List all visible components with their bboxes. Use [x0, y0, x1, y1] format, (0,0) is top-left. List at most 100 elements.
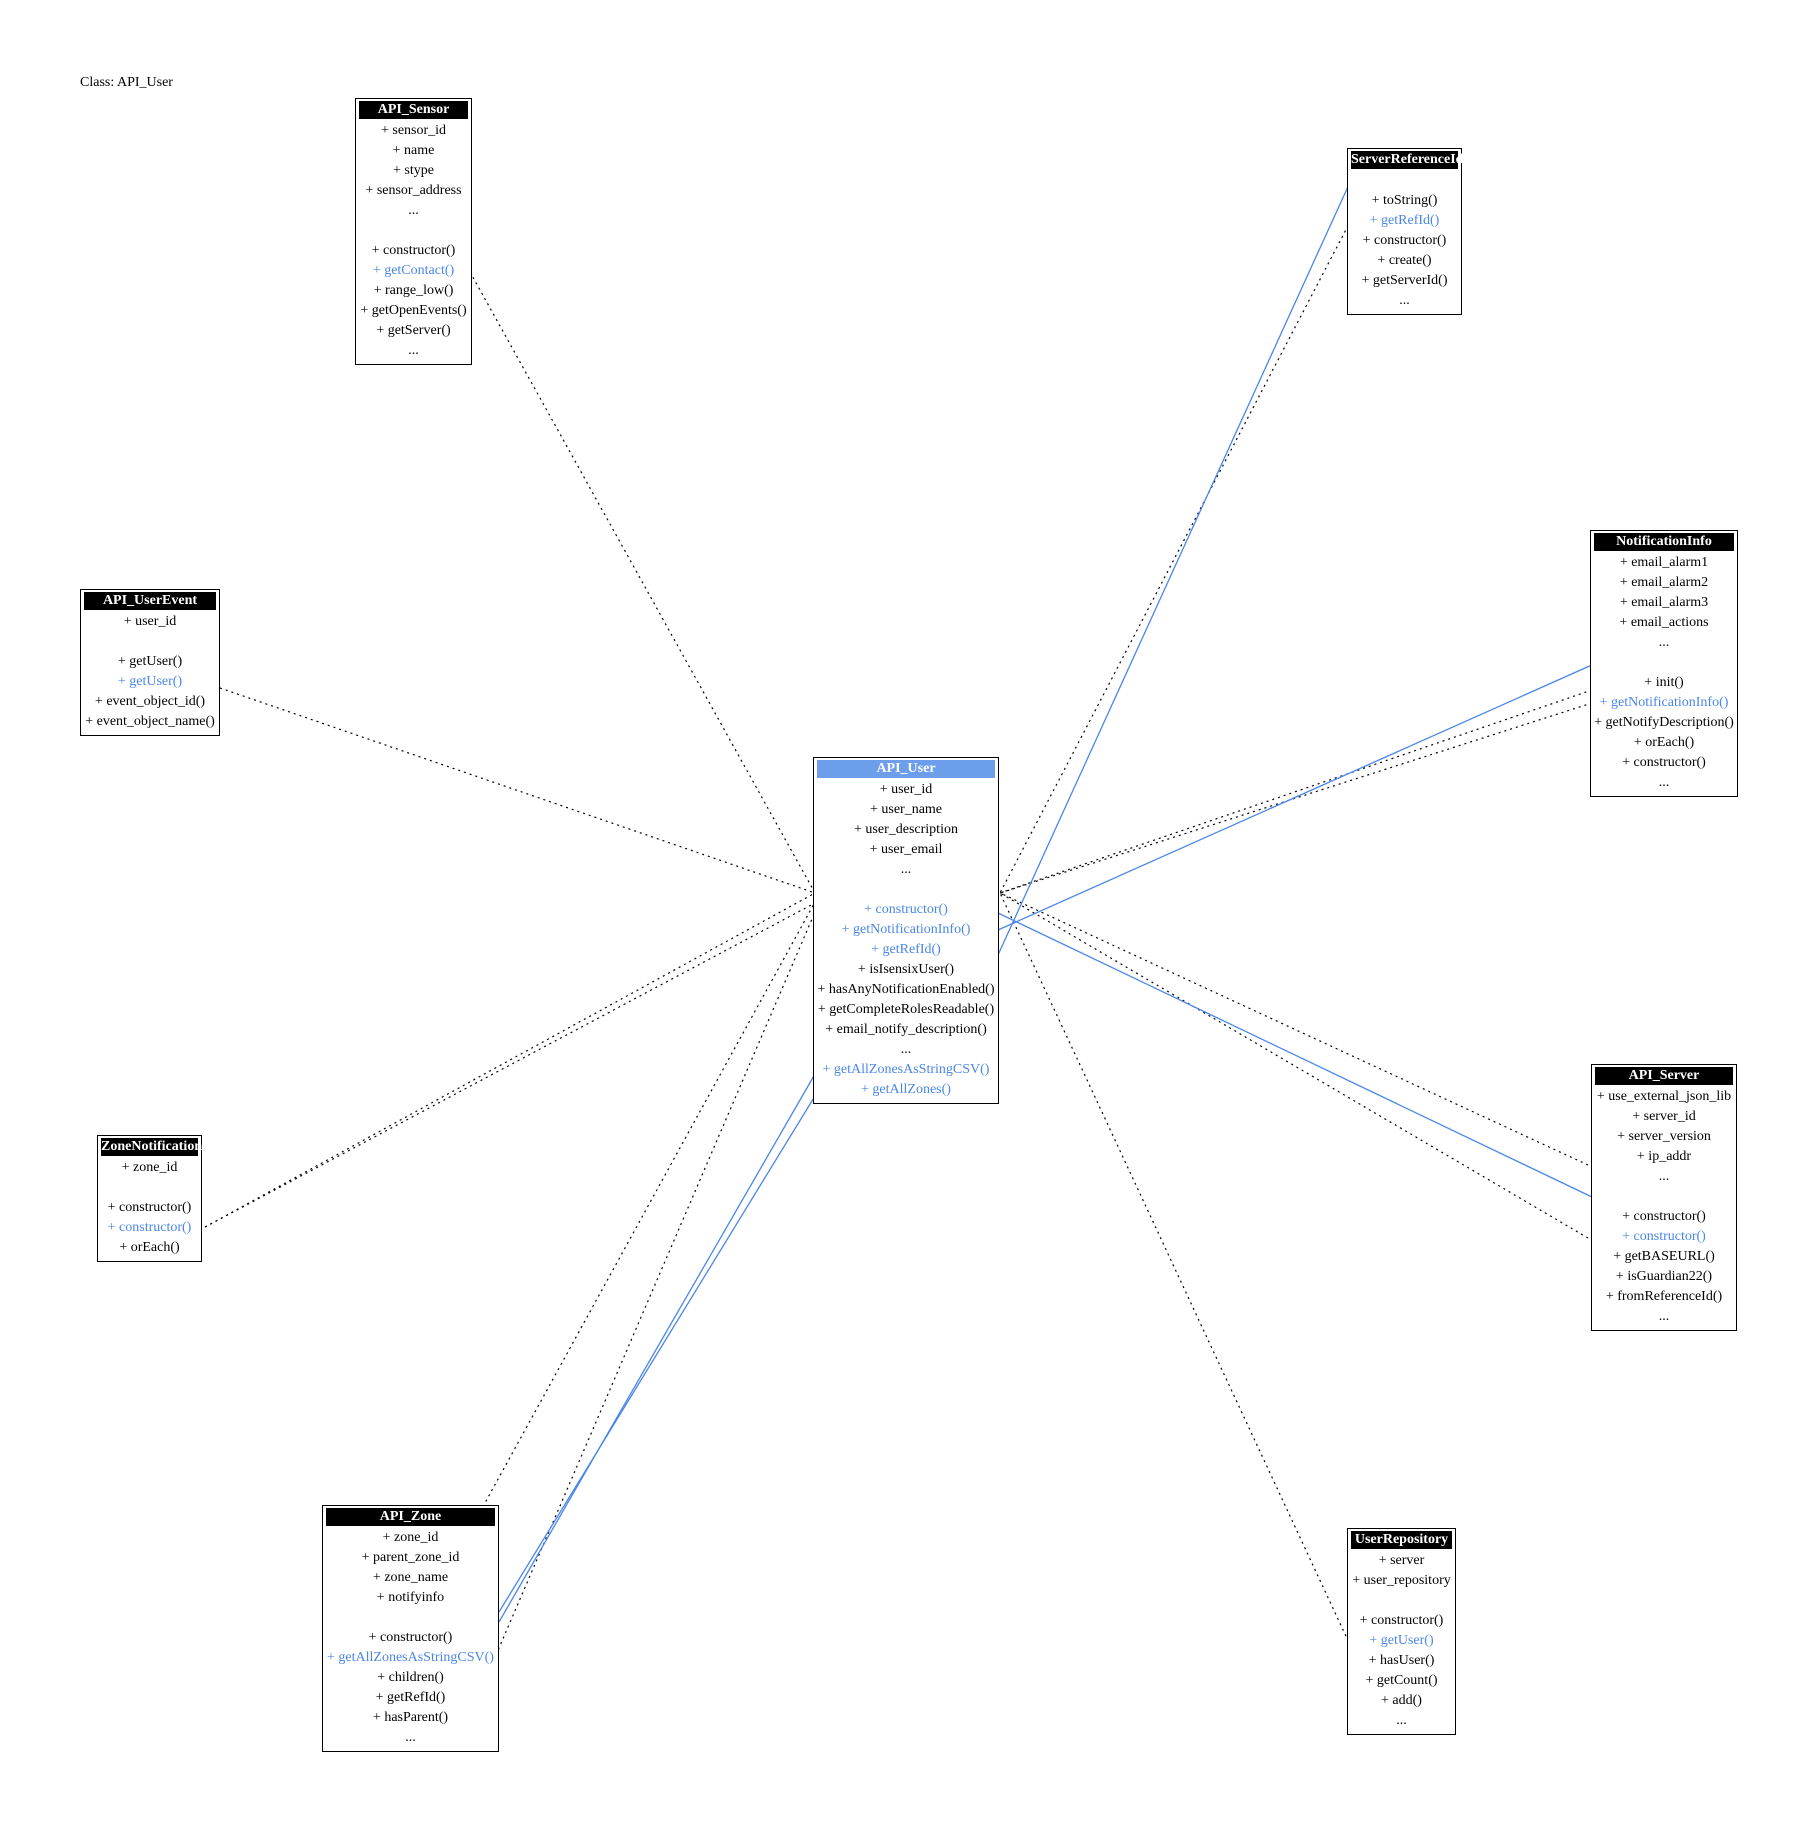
call-edge	[997, 663, 1595, 931]
class-field: + name	[392, 143, 435, 158]
class-method: + children()	[377, 1670, 444, 1685]
class-field: + email_actions	[1619, 615, 1709, 630]
class-method: + getBASEURL()	[1613, 1249, 1715, 1264]
class-box[interactable]: API_Sensor + sensor_id + name + stype + sens…	[355, 98, 472, 365]
class-method: + constructor()	[107, 1200, 192, 1215]
class-field: + user_id	[123, 614, 177, 629]
class-name: UserRepository	[1351, 1531, 1452, 1549]
class-method: ...	[408, 343, 419, 358]
class-method: + add()	[1381, 1693, 1422, 1708]
class-box[interactable]: ServerReferenceId + toString() + getRefId(…	[1347, 148, 1464, 315]
call-edge	[997, 179, 1352, 956]
class-box[interactable]: API_Server + use_external_json_lib + serve…	[1591, 1064, 1737, 1331]
class-method: ...	[900, 1042, 912, 1057]
class-method: + getOpenEvents()	[360, 303, 467, 318]
class-field: + user_name	[869, 802, 943, 817]
class-name: ServerReferenceId	[1351, 151, 1464, 169]
class-method: + getServer()	[376, 323, 451, 338]
class-method: + getAllZonesAsStringCSV()	[822, 1062, 990, 1077]
class-field: + stype	[393, 163, 434, 178]
section-divider	[1595, 1187, 1733, 1207]
section-divider	[1351, 171, 1458, 191]
class-method: + getRefId()	[375, 1690, 446, 1705]
class-box[interactable]: NotificationInfo + email_alarm1 + email_al…	[1590, 530, 1738, 797]
class-method: + getNotificationInfo()	[841, 922, 971, 937]
class-method: ...	[1399, 293, 1410, 308]
class-method: + fromReferenceId()	[1605, 1289, 1723, 1304]
class-name: NotificationInfo	[1594, 533, 1734, 551]
class-box[interactable]: API_UserEvent + user_id + getUser() + getUs…	[80, 589, 220, 736]
class-method: + getNotificationInfo()	[1599, 695, 1729, 710]
class-field: + use_external_json_lib	[1596, 1089, 1732, 1104]
class-box-focus[interactable]: API_User + user_id + user_name + user_descr…	[813, 757, 999, 1104]
class-name: API_UserEvent	[84, 592, 216, 610]
class-method: + constructor()	[1359, 1613, 1444, 1628]
class-method: + constructor()	[107, 1220, 192, 1235]
section-divider	[1351, 1591, 1452, 1611]
class-field: + notifyinfo	[376, 1590, 445, 1605]
class-field: + sensor_id	[380, 123, 447, 138]
class-field: + user_email	[869, 842, 943, 857]
class-method: ...	[405, 1730, 416, 1745]
class-method: + constructor()	[1622, 755, 1706, 770]
class-field: + server	[1378, 1553, 1425, 1568]
class-method: + init()	[1644, 675, 1684, 690]
class-method: + hasParent()	[372, 1710, 449, 1725]
class-field: ...	[900, 862, 912, 877]
class-name: API_Zone	[326, 1508, 495, 1526]
class-method: + getUser()	[117, 654, 183, 669]
class-name: ZoneNotification	[101, 1138, 203, 1156]
class-method: + hasUser()	[1368, 1653, 1435, 1668]
dependency-edge	[219, 687, 816, 894]
class-method: + range_low()	[373, 283, 454, 298]
class-method: ...	[1658, 1309, 1670, 1324]
call-edge	[997, 912, 1595, 1199]
class-name: API_Server	[1595, 1067, 1733, 1085]
class-field: + user_repository	[1352, 1573, 1451, 1588]
class-method: + toString()	[1371, 193, 1438, 208]
class-field: + zone_id	[382, 1530, 439, 1545]
class-method: + constructor()	[1622, 1209, 1706, 1224]
section-divider	[326, 1608, 495, 1628]
class-field: + parent_zone_id	[361, 1550, 460, 1565]
class-field: + server_id	[1632, 1109, 1696, 1124]
dependency-edge	[999, 892, 1589, 1239]
class-method: + create()	[1377, 253, 1432, 268]
dependency-edge	[999, 689, 1593, 894]
class-method: + getUser()	[1369, 1633, 1434, 1648]
class-method: + email_notify_description()	[825, 1022, 987, 1037]
class-method: + event_object_id()	[94, 694, 206, 709]
class-box[interactable]: UserRepository + server + user_repository +…	[1347, 1528, 1456, 1735]
class-field: + zone_id	[121, 1160, 178, 1175]
class-method: + constructor()	[1622, 1229, 1706, 1244]
class-method: + constructor()	[368, 1630, 453, 1645]
class-name: API_Sensor	[359, 101, 468, 119]
class-field: ...	[1658, 1169, 1670, 1184]
class-method: + getRefId()	[1369, 213, 1440, 228]
class-field: + email_alarm1	[1619, 555, 1709, 570]
class-method: + getAllZonesAsStringCSV()	[327, 1650, 494, 1665]
class-method: + constructor()	[864, 902, 948, 917]
dependency-edge	[999, 219, 1352, 894]
call-edge	[498, 1095, 816, 1613]
section-divider	[1594, 653, 1734, 673]
dependency-edge	[479, 901, 816, 1513]
dependency-edge	[204, 902, 816, 1228]
dependency-edge	[469, 271, 816, 894]
class-field: + email_alarm2	[1619, 575, 1709, 590]
class-box[interactable]: ZoneNotification + zone_id + constructor()…	[97, 1135, 202, 1262]
class-box[interactable]: API_Zone + zone_id + parent_zone_id + zone_…	[322, 1505, 499, 1752]
section-divider	[817, 880, 995, 900]
class-field: + user_description	[854, 822, 958, 837]
section-divider	[101, 1178, 198, 1198]
class-field: + ip_addr	[1636, 1149, 1692, 1164]
class-method: + hasAnyNotificationEnabled()	[817, 982, 995, 997]
class-method: + orEach()	[1633, 735, 1695, 750]
class-method: + getCount()	[1365, 1673, 1438, 1688]
class-field: + zone_name	[372, 1570, 449, 1585]
class-method: + getRefId()	[871, 942, 941, 957]
class-method: + constructor()	[1362, 233, 1447, 248]
class-method: ...	[1658, 775, 1670, 790]
class-method: + getContact()	[372, 263, 455, 278]
section-divider	[359, 221, 468, 241]
